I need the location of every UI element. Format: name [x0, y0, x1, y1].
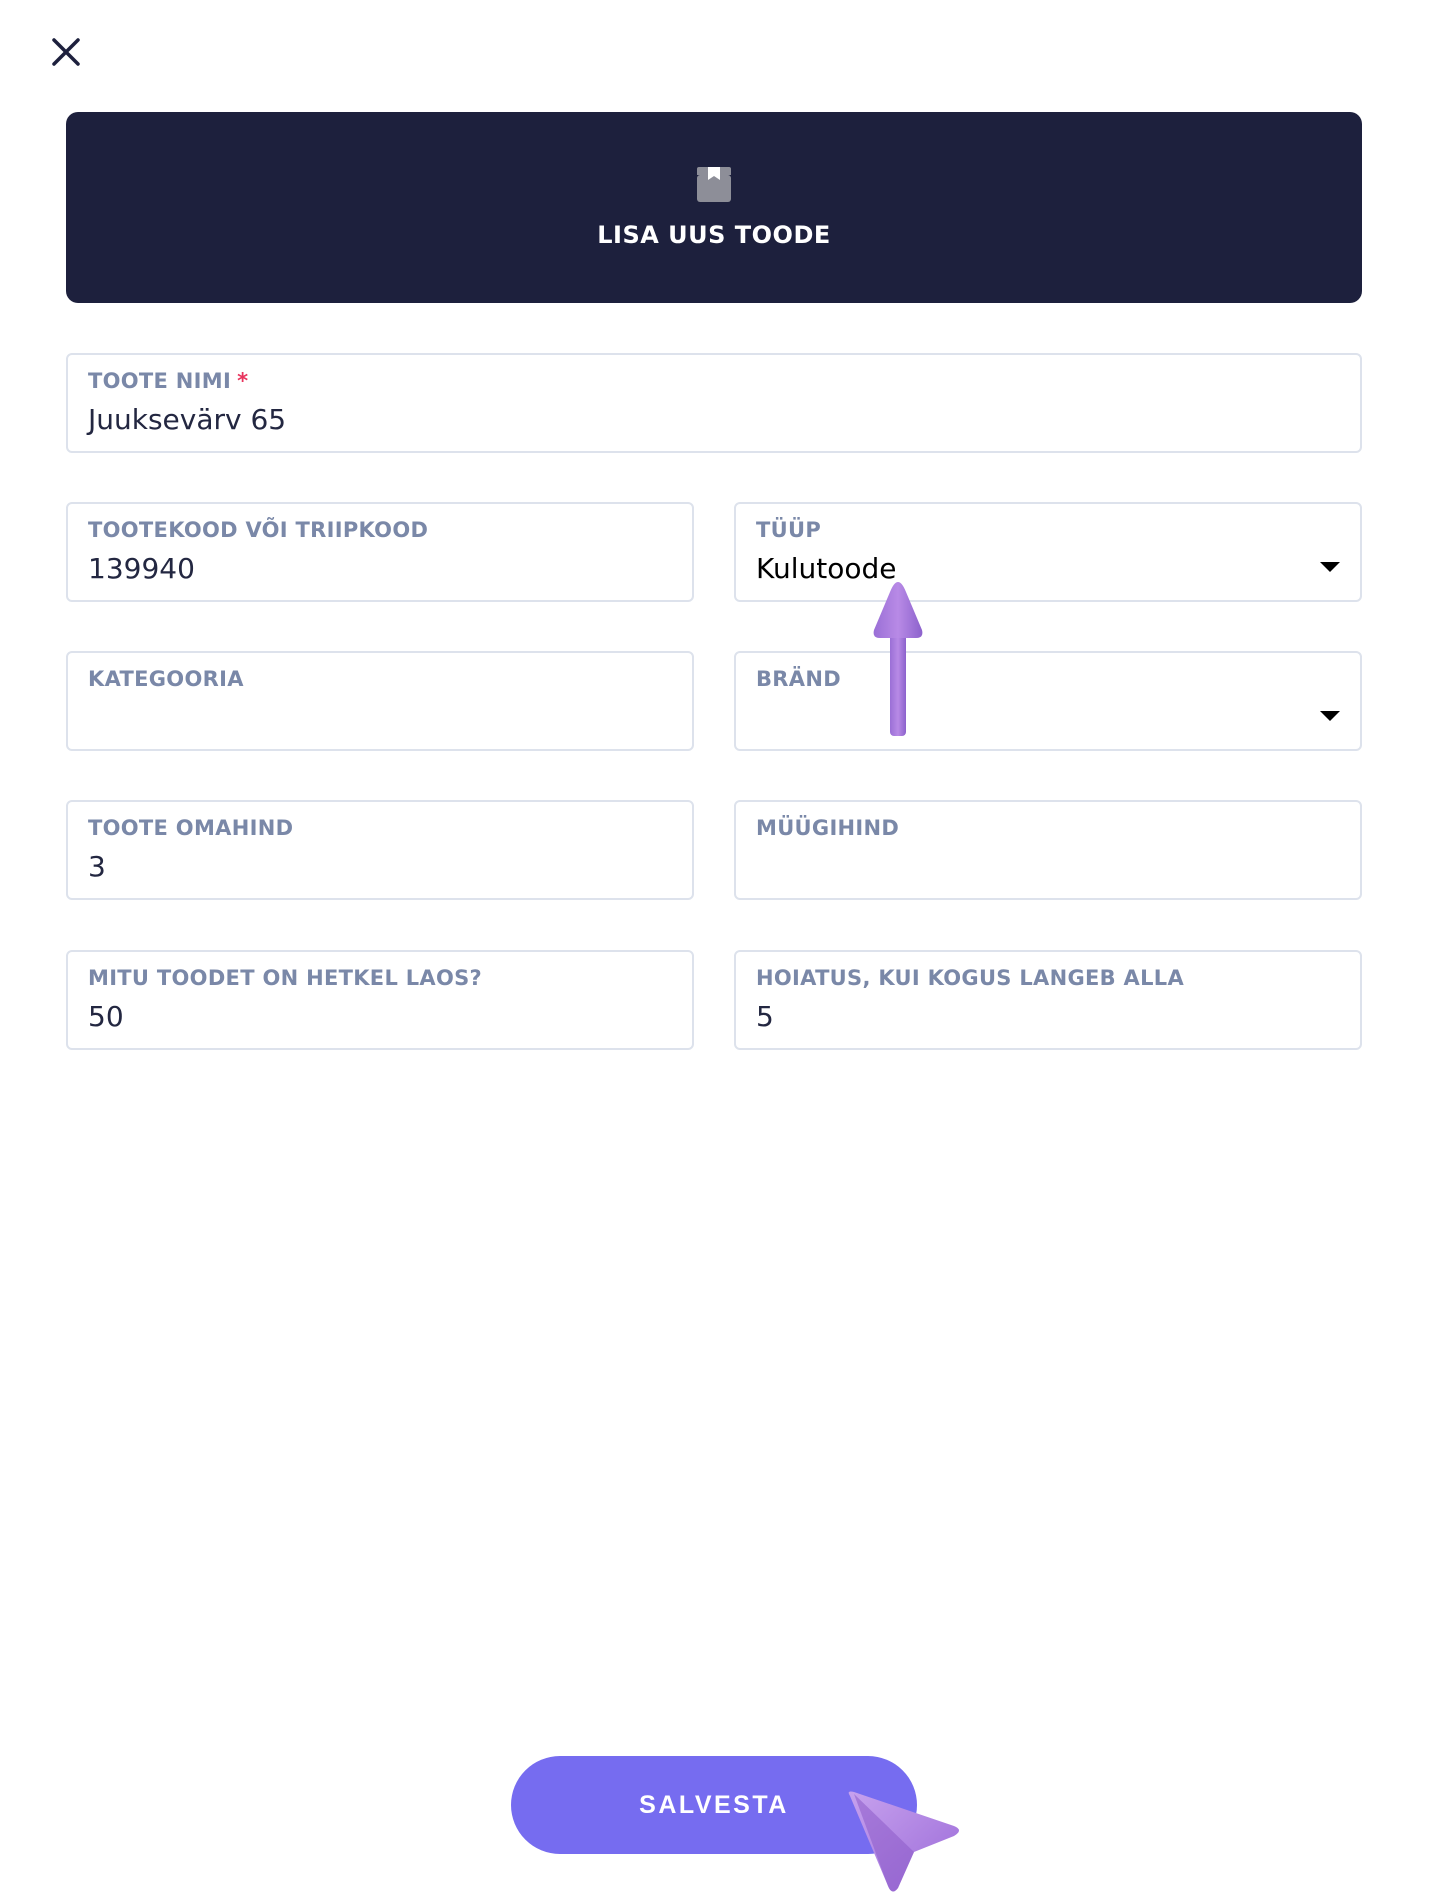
annotation-arrow-icon	[873, 582, 923, 736]
product-name-label: TOOTE NIMI *	[88, 369, 248, 393]
cost-price-input[interactable]: 3	[88, 850, 106, 883]
low-stock-warning-field[interactable]: HOIATUS, KUI KOGUS LANGEB ALLA 5	[734, 950, 1362, 1050]
required-marker: *	[237, 369, 249, 393]
cursor-pointer-icon	[848, 1791, 959, 1892]
category-field[interactable]: KATEGOORIA	[66, 651, 694, 751]
close-icon	[52, 38, 80, 66]
sale-price-field[interactable]: MÜÜGIHIND	[734, 800, 1362, 900]
product-name-field[interactable]: TOOTE NIMI * Juuksevärv 65	[66, 353, 1362, 453]
box-icon	[697, 167, 731, 202]
brand-label: BRÄND	[756, 667, 841, 691]
type-label: TÜÜP	[756, 518, 822, 542]
cost-price-label: TOOTE OMAHIND	[88, 816, 294, 840]
sale-price-label: MÜÜGIHIND	[756, 816, 900, 840]
product-name-label-text: TOOTE NIMI	[88, 369, 232, 393]
chevron-down-icon[interactable]	[1320, 711, 1340, 721]
chevron-down-icon[interactable]	[1320, 562, 1340, 572]
product-code-field[interactable]: TOOTEKOOD VÕI TRIIPKOOD 139940	[66, 502, 694, 602]
category-label: KATEGOORIA	[88, 667, 244, 691]
brand-select[interactable]: BRÄND	[734, 651, 1362, 751]
low-stock-warning-input[interactable]: 5	[756, 1000, 774, 1033]
stock-count-field[interactable]: MITU TOODET ON HETKEL LAOS? 50	[66, 950, 694, 1050]
page-title: LISA UUS TOODE	[597, 221, 831, 249]
low-stock-warning-label: HOIATUS, KUI KOGUS LANGEB ALLA	[756, 966, 1185, 990]
close-button[interactable]	[46, 32, 86, 72]
stock-count-input[interactable]: 50	[88, 1000, 124, 1033]
stock-count-label: MITU TOODET ON HETKEL LAOS?	[88, 966, 483, 990]
type-select[interactable]: TÜÜP Kulutoode	[734, 502, 1362, 602]
product-code-input[interactable]: 139940	[88, 552, 195, 585]
product-code-label: TOOTEKOOD VÕI TRIIPKOOD	[88, 518, 429, 542]
product-name-input[interactable]: Juuksevärv 65	[88, 403, 286, 436]
cost-price-field[interactable]: TOOTE OMAHIND 3	[66, 800, 694, 900]
header-card: LISA UUS TOODE	[66, 112, 1362, 303]
